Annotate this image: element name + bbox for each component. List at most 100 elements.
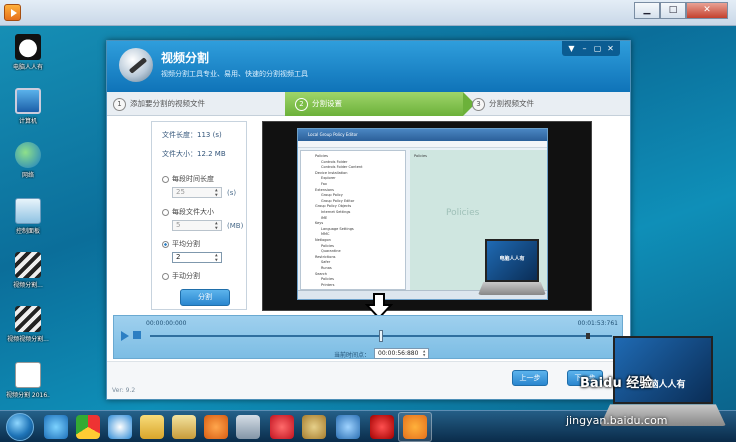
preview-tree-item: Policies: [321, 243, 334, 248]
timeline-start-time: 00:00:00:000: [146, 320, 187, 327]
cloud-icon[interactable]: [108, 415, 132, 439]
preview-tree-item: Extensions: [315, 187, 335, 192]
file-length-value: 113 (s): [197, 131, 222, 139]
app-maximize-button[interactable]: ▢: [591, 43, 604, 54]
video-split-window: 视频分割 视频分割工具专业、易用、快速的分割视频工具 ▼ – ▢ ✕ 1 添加要…: [106, 40, 631, 400]
desktop-icon-control-panel[interactable]: 控制面板: [6, 198, 50, 235]
clapperboard-icon: [15, 306, 41, 332]
desktop-icon-label: 网络: [21, 172, 34, 179]
option-label: 平均分割: [172, 240, 200, 248]
file-size-row: 文件大小：12.2 MB: [162, 149, 226, 159]
radio-by-time[interactable]: [162, 175, 169, 183]
desktop-icon-document[interactable]: 视频分割 2016...: [6, 362, 50, 399]
prev-step-button[interactable]: 上一步: [512, 370, 548, 386]
app-title: 视频分割: [161, 51, 210, 65]
step-label: 添加要分割的视频文件: [130, 99, 205, 108]
step-bar: 1 添加要分割的视频文件 2 分割设置 3 分割视频文件: [107, 92, 630, 116]
current-time-input[interactable]: 00:00:56:880: [374, 348, 429, 359]
network-icon: [15, 142, 41, 168]
gear-icon[interactable]: [336, 415, 360, 439]
preview-tree-item: Controls Folder: [321, 159, 348, 164]
preview-laptop-image: 电脑人人有: [478, 239, 546, 295]
step-split-settings[interactable]: 2 分割设置: [295, 92, 342, 116]
start-button[interactable]: [6, 413, 34, 441]
player-icon[interactable]: [204, 415, 228, 439]
document-icon: [15, 362, 41, 388]
preview-tree-item: Device Installation: [315, 170, 348, 175]
desktop-icon-video-split[interactable]: 视频分割...: [6, 252, 50, 289]
option-average[interactable]: 平均分割: [162, 239, 200, 249]
stop-icon[interactable]: [133, 331, 141, 339]
preview-tree-item: Netlogon: [315, 238, 331, 242]
preview-laptop-caption: 电脑人人有: [499, 255, 525, 262]
control-panel-icon: [15, 198, 41, 224]
outer-maximize-button[interactable]: □: [660, 2, 686, 19]
desktop-icon-label: 视频视频分割...: [7, 336, 49, 343]
chrome-icon[interactable]: [76, 415, 100, 439]
app-window-controls: ▼ – ▢ ✕: [562, 41, 620, 56]
outer-minimize-button[interactable]: ▁: [634, 2, 660, 19]
desktop-icon-video-split-2[interactable]: 视频视频分割...: [6, 306, 50, 343]
radio-manual[interactable]: [162, 272, 169, 280]
step-label: 分割设置: [312, 99, 342, 108]
radio-average[interactable]: [162, 240, 169, 248]
preview-frame: Local Group Policy Editor Policies Contro…: [297, 128, 548, 300]
preview-tree-item: Printers: [321, 282, 335, 287]
outer-window-titlebar: ▁ □ ✕: [0, 0, 736, 26]
app-subtitle: 视频分割工具专业、易用、快速的分割视频工具: [161, 70, 308, 78]
computer-icon: [15, 88, 41, 114]
preview-tree-item: Fax: [321, 182, 327, 186]
preview-tree-item: Internet Settings: [321, 210, 351, 214]
split-button[interactable]: 分割: [180, 289, 230, 306]
radio-by-size[interactable]: [162, 208, 169, 216]
size-unit: (MB): [227, 222, 244, 230]
media-player-icon: [4, 4, 21, 21]
red-app-icon[interactable]: [370, 415, 394, 439]
timeline-end-time: 00:01:53:761: [577, 320, 618, 327]
file-size-value: 12.2 MB: [197, 150, 226, 158]
step-add-files[interactable]: 1 添加要分割的视频文件: [113, 92, 205, 116]
preview-tree-item: IME: [321, 215, 328, 220]
timeline-end-marker[interactable]: [586, 333, 590, 339]
average-count-stepper[interactable]: 2: [172, 252, 222, 263]
preview-tree-item: Group Policy: [321, 193, 343, 198]
preview-tree-item: Policies: [321, 277, 334, 282]
app-close-button[interactable]: ✕: [604, 43, 617, 54]
outer-close-button[interactable]: ✕: [686, 2, 728, 19]
current-time-label: 当前时间点：: [334, 352, 371, 359]
p-app-icon[interactable]: [270, 415, 294, 439]
file-size-label: 文件大小：: [162, 150, 197, 158]
file-length-row: 文件长度：113 (s): [162, 130, 222, 140]
preview-tree-item: Quarantine: [321, 249, 341, 254]
option-by-size[interactable]: 每段文件大小: [162, 207, 214, 217]
play-icon[interactable]: [121, 331, 129, 341]
preview-tree-item: Controls Folder Content: [321, 165, 363, 170]
desktop-icon-panda[interactable]: 电脑人人有: [6, 34, 50, 71]
preview-tree-item: Explorer: [321, 176, 336, 181]
size-stepper[interactable]: 5: [172, 220, 222, 231]
preview-tree: Policies Controls Folder Controls Folder C…: [300, 150, 406, 290]
option-manual[interactable]: 手动分割: [162, 271, 200, 281]
app-minimize-button[interactable]: –: [578, 43, 591, 54]
preview-right-item: Policies: [414, 154, 427, 158]
tools-icon[interactable]: [302, 415, 326, 439]
timeline-handle[interactable]: [379, 330, 383, 342]
taskbar-video-split-app[interactable]: [398, 412, 432, 442]
time-length-stepper[interactable]: 25: [172, 187, 222, 198]
window-icon[interactable]: [236, 415, 260, 439]
desktop-icon-computer[interactable]: 计算机: [6, 88, 50, 125]
desktop-icon-label: 视频分割 2016...: [6, 392, 50, 399]
step-number: 3: [472, 97, 485, 111]
preview-tree-item: Language Settings: [321, 226, 354, 231]
option-by-time[interactable]: 每段时间长度: [162, 174, 214, 184]
step-split-files[interactable]: 3 分割视频文件: [472, 92, 534, 116]
app-logo-icon: [119, 48, 153, 82]
desktop-icon-network[interactable]: 网络: [6, 142, 50, 179]
ie-icon[interactable]: [44, 415, 68, 439]
folder-icon-2[interactable]: [172, 415, 196, 439]
folder-icon[interactable]: [140, 415, 164, 439]
app-footer: Ver: 9.2 上一步 下一步: [107, 361, 630, 399]
video-split-app-icon: [403, 415, 427, 439]
menu-dropdown-button[interactable]: ▼: [565, 43, 578, 54]
baidu-watermark: Baidu 经验: [580, 376, 653, 391]
